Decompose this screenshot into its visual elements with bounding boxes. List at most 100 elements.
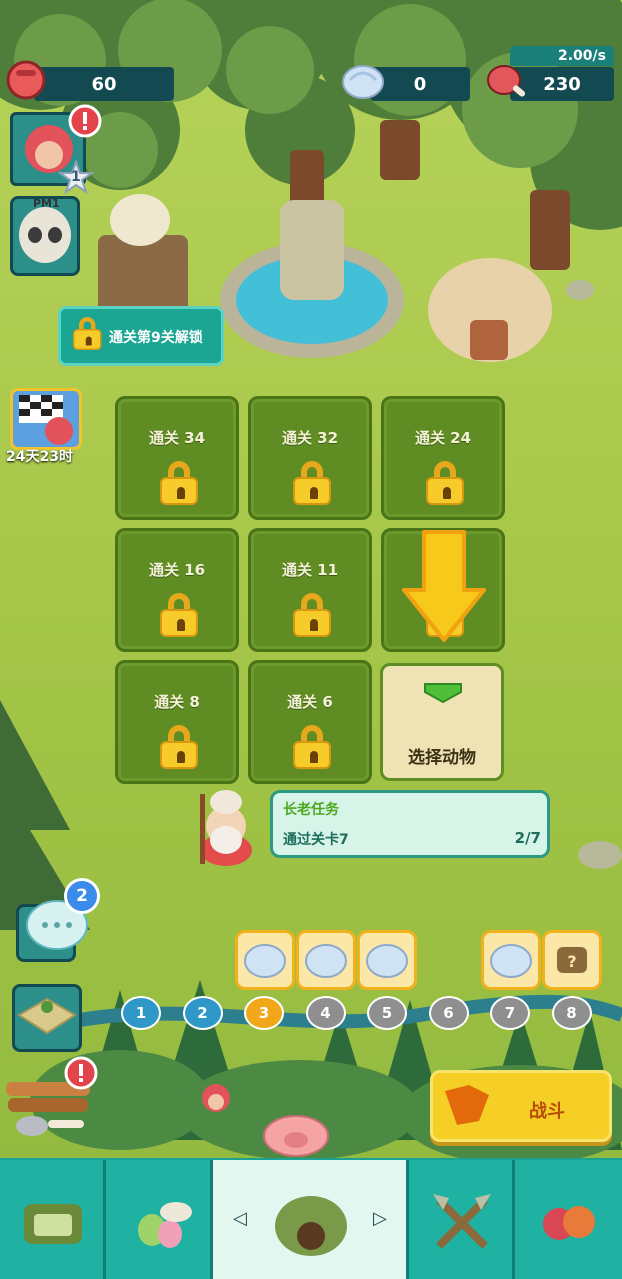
chat-badge-count: 2 [76,886,88,906]
alert-icon [64,1056,98,1090]
shell-icon [305,944,347,978]
shell-icon [244,944,286,978]
stage-node-1[interactable]: 1 [121,996,161,1030]
fight-logo-icon [445,1085,489,1125]
player-level: 1 [71,169,81,185]
crossed-weapons-icon [433,1194,491,1249]
arrow-down-icon [402,530,486,642]
pig-character [263,1115,329,1157]
stage-node-8[interactable]: 8 [551,996,592,1030]
tab-camp[interactable] [0,1160,106,1279]
stage-node-3[interactable]: 3 [244,996,284,1030]
camp-icon [24,1204,82,1244]
stage-node-7[interactable]: 7 [490,996,530,1030]
svg-text:?: ? [567,952,576,971]
map-button[interactable] [12,984,82,1052]
stage-node-6[interactable]: 6 [428,996,469,1030]
stage-reward-8[interactable]: ? [542,930,602,990]
lock-icon [293,593,331,637]
player-level-star: 1 [56,159,96,195]
tab-weapons[interactable] [409,1160,515,1279]
level-tile-label: 通关 11 [281,561,339,579]
unlock-banner-label: 通关第9关解锁 [109,330,203,346]
stage-node-number: 8 [566,1004,577,1022]
shell-icon [342,65,384,99]
stage-node-number: 6 [443,1004,454,1022]
lock-icon [426,461,464,505]
checkered-flag-icon [19,395,73,445]
alert-icon [68,104,102,138]
tab-fossils[interactable] [106,1160,213,1279]
level-tile-label: 通关 34 [148,429,206,447]
cave-icon [275,1196,347,1256]
stage-reward-5[interactable] [357,930,417,990]
level-tile-label: 通关 32 [281,429,339,447]
lock-icon [293,725,331,769]
lock-icon [160,461,198,505]
skull-icon [19,207,71,263]
power-value: 60 [91,73,117,95]
level-tile-8[interactable]: 通关 8 [115,660,239,784]
shell-icon [366,944,408,978]
pm-skull-button[interactable]: PM1 [10,196,80,276]
stage-node-number: 1 [135,1004,147,1022]
event-button[interactable] [10,388,82,450]
stage-node-number: 5 [381,1004,393,1022]
level-tile-label: 通关 24 [414,429,472,447]
level-tile-label: 通关 8 [154,693,200,711]
unlock-banner: 通关第9关解锁 [58,306,224,366]
stage-node-number: 7 [504,1004,516,1022]
creatures-icon [543,1206,595,1240]
quest-task: 通过关卡7 [283,832,349,848]
level-tile-label: 通关 6 [287,693,333,711]
chevron-down-icon [424,683,462,704]
pm-tag: PM1 [33,197,60,210]
chat-badge: 2 [64,878,100,914]
stage-node-number: 3 [258,1004,270,1022]
elder-character [200,790,252,866]
stage-node-2[interactable]: 2 [182,996,223,1030]
game-scene: 60 0 2.00/s 230 1 PM1 通关第9关解锁 24天23时 通关 … [0,0,622,1279]
level-tile-24[interactable]: 通关 24 [381,396,505,520]
level-tile-6[interactable]: 通关 6 [248,660,372,784]
fossil-egg-icon [138,1202,192,1248]
stage-reward-7[interactable] [481,930,541,990]
chevron-left-icon[interactable]: ◁ [233,1208,247,1229]
level-tile-label: 通关 16 [148,561,206,579]
lock-icon [293,461,331,505]
event-timer: 24天23时 [6,449,73,465]
lock-icon [73,317,102,350]
select-animal-tile[interactable]: 选择动物 [380,663,504,781]
chevron-right-icon[interactable]: ▷ [373,1208,387,1229]
tab-cave[interactable]: ◁ ▷ [213,1160,409,1279]
lock-icon [160,725,198,769]
shells-value: 0 [413,73,427,95]
map-tile-icon [17,997,77,1035]
level-tile-34[interactable]: 通关 34 [115,396,239,520]
stage-node-number: 4 [320,1004,331,1022]
stage-node-4[interactable]: 4 [305,996,346,1030]
chat-button[interactable] [16,900,88,962]
stage-reward-4[interactable] [296,930,356,990]
elder-quest-panel[interactable]: 长老任务 通过关卡7 2/7 [270,790,550,858]
level-tile-11[interactable]: 通关 11 [248,528,372,652]
quest-title: 长老任务 [283,802,339,818]
lock-icon [160,593,198,637]
quest-progress: 2/7 [514,829,541,847]
level-tile-32[interactable]: 通关 32 [248,396,372,520]
stage-reward-3[interactable] [235,930,295,990]
fight-button-label: 战斗 [529,1101,565,1122]
shell-icon [490,944,532,978]
power-bar: 60 [34,67,174,101]
fist-icon [6,60,46,100]
select-animal-label: 选择动物 [408,748,476,768]
stage-node-5[interactable]: 5 [367,996,407,1030]
mystery-box-icon: ? [557,947,587,973]
meat-icon [487,65,526,97]
meat-value: 230 [543,73,581,95]
tab-creatures[interactable] [515,1160,622,1279]
level-tile-16[interactable]: 通关 16 [115,528,239,652]
fight-button[interactable]: 战斗 [430,1070,612,1142]
stage-node-number: 2 [197,1004,208,1022]
caveman-character [202,1084,230,1112]
